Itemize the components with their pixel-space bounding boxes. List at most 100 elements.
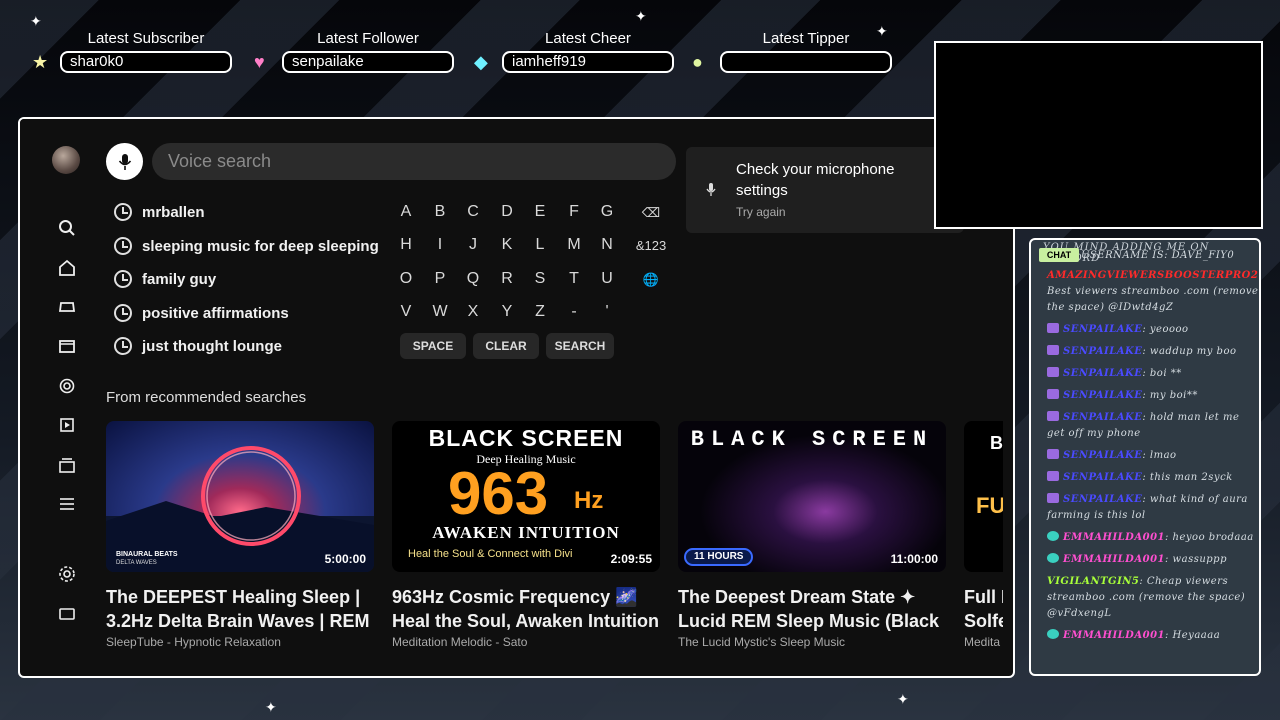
video-title-line: Full I [964, 587, 1003, 607]
chat-message: senpailake: waddup my boo [1047, 344, 1259, 360]
recommended-heading: From recommended searches [106, 389, 307, 406]
video-duration: 5:00:00 [324, 552, 366, 566]
key[interactable]: Z [529, 303, 551, 321]
menu-icon[interactable] [54, 491, 80, 517]
chat-message: senpailake: what kind of aura farming is… [1047, 493, 1248, 521]
video-thumbnail[interactable]: BLACK SCREEN 11 HOURS 11:00:00 [678, 421, 946, 572]
chat-text: USERNAME IS: DAVE_FIY0 [1081, 250, 1235, 261]
key[interactable]: B [429, 203, 451, 221]
key[interactable]: H [395, 236, 417, 254]
chat-message: senpailake: yeoooo [1047, 322, 1259, 338]
heart-icon: ♥ [254, 52, 265, 72]
try-again-link[interactable]: Try again [736, 205, 786, 219]
key[interactable]: J [462, 236, 484, 254]
video-title-line: 963Hz Cosmic Frequency 🌌 [392, 587, 638, 607]
key[interactable]: ' [596, 303, 618, 321]
space-key[interactable]: SPACE [400, 333, 466, 359]
search-input[interactable]: Voice search [152, 143, 676, 180]
video-duration: 11:00:00 [890, 552, 938, 566]
key[interactable]: X [462, 303, 484, 321]
search-history-item[interactable]: mrballen [114, 201, 205, 223]
chat-message: USERNAME IS: DAVE_FIY0 [1081, 248, 1259, 264]
search-history-item[interactable]: family guy [114, 268, 216, 290]
key[interactable]: G [596, 203, 618, 221]
movies-icon[interactable] [54, 333, 80, 359]
video-channel[interactable]: The Lucid Mystic's Sleep Music [678, 635, 845, 649]
search-history-item[interactable]: sleeping music for deep sleeping [114, 235, 379, 257]
alert-value: senpailake [282, 51, 454, 73]
search-icon[interactable] [54, 215, 80, 241]
key[interactable]: R [496, 270, 518, 288]
chat-badge: CHAT [1039, 248, 1079, 262]
key[interactable]: Y [496, 303, 518, 321]
symbols-key[interactable]: &123 [631, 238, 671, 253]
sparkle-icon: ✦ [635, 8, 647, 24]
video-channel[interactable]: Meditation Melodic - Sato [392, 635, 527, 649]
key[interactable]: D [496, 203, 518, 221]
clear-key[interactable]: CLEAR [473, 333, 539, 359]
subscriptions-icon[interactable] [54, 452, 80, 478]
key[interactable]: K [496, 236, 518, 254]
key[interactable]: V [395, 303, 417, 321]
backspace-key[interactable]: ⌫ [631, 205, 671, 221]
key[interactable]: U [596, 270, 618, 288]
gaming-icon[interactable] [54, 294, 80, 320]
key[interactable]: C [462, 203, 484, 221]
thumbnail-text: AWAKEN INTUITION [432, 523, 620, 542]
library-icon[interactable] [54, 412, 80, 438]
microphone-icon [118, 153, 131, 170]
settings-icon[interactable] [54, 561, 80, 587]
voice-search-button[interactable] [106, 143, 143, 180]
video-title[interactable]: Full I Solfe [964, 585, 1003, 633]
thumbnail-text: BLACK SCREEN [690, 427, 934, 452]
chat-message: emmahilda001: heyoo brodaaa [1047, 530, 1259, 546]
key[interactable]: O [395, 270, 417, 288]
key[interactable]: E [529, 203, 551, 221]
key[interactable]: T [563, 270, 585, 288]
avatar[interactable] [52, 146, 80, 174]
video-thumbnail[interactable]: B FU [964, 421, 1003, 572]
video-thumbnail[interactable]: BINAURAL BEATS DELTA WAVES 5:00:00 [106, 421, 374, 572]
video-title[interactable]: 963Hz Cosmic Frequency 🌌 Heal the Soul, … [392, 585, 662, 633]
video-title[interactable]: The Deepest Dream State ✦ Lucid REM Slee… [678, 585, 948, 633]
video-title-line: Heal the Soul, Awaken Intuition [392, 611, 660, 631]
chat-username: senpailake [1063, 450, 1143, 461]
history-label: positive affirmations [142, 304, 289, 322]
key[interactable]: A [395, 203, 417, 221]
chat-text: boi ** [1149, 368, 1182, 379]
key[interactable]: P [429, 270, 451, 288]
home-icon[interactable] [54, 255, 80, 281]
search-history-item[interactable]: just thought lounge [114, 335, 282, 357]
video-channel[interactable]: SleepTube - Hypnotic Relaxation [106, 635, 281, 649]
history-icon [114, 237, 132, 255]
key[interactable]: M [563, 236, 585, 254]
globe-icon[interactable]: 🌐 [631, 272, 671, 288]
sparkle-icon: ✦ [265, 699, 277, 715]
microphone-settings-card[interactable]: Check your microphone settings Try again [686, 147, 964, 233]
user-badge-icon [1047, 493, 1059, 503]
key[interactable]: L [529, 236, 551, 254]
search-key[interactable]: SEARCH [546, 333, 614, 359]
diamond-icon: ◆ [474, 52, 488, 72]
key[interactable]: W [429, 303, 451, 321]
healing-sleep-artwork [106, 446, 374, 572]
video-thumbnail[interactable]: BLACK SCREEN Deep Healing Music 963 Hz A… [392, 421, 660, 572]
history-icon [114, 203, 132, 221]
key[interactable]: - [563, 303, 585, 321]
youtube-search-screen: Voice search mrballen sleeping music for… [20, 119, 1003, 659]
chat-username: senpailake [1063, 390, 1143, 401]
alert-value [720, 51, 892, 73]
key[interactable]: F [563, 203, 585, 221]
cast-icon[interactable] [54, 601, 80, 627]
alert-value: iamheff919 [502, 51, 674, 73]
key[interactable]: I [429, 236, 451, 254]
search-history-item[interactable]: positive affirmations [114, 302, 289, 324]
video-channel[interactable]: Medita [964, 635, 1003, 649]
video-title[interactable]: The DEEPEST Healing Sleep | 3.2Hz Delta … [106, 585, 376, 633]
key[interactable]: S [529, 270, 551, 288]
key[interactable]: N [596, 236, 618, 254]
chat-text: Best viewers streamboo .com (remove the … [1047, 286, 1259, 313]
live-icon[interactable] [54, 373, 80, 399]
key[interactable]: Q [462, 270, 484, 288]
microphone-message: Check your microphone settings [736, 161, 895, 199]
